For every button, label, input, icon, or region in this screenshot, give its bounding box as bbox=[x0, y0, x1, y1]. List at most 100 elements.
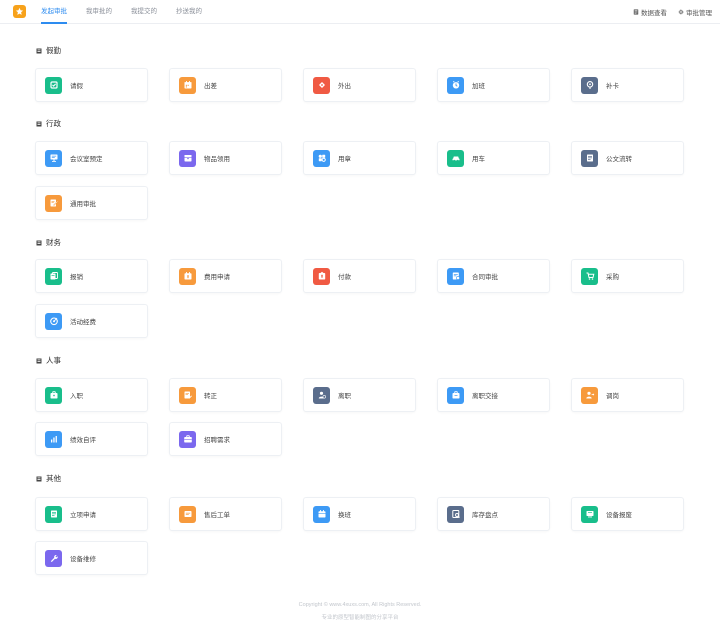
approval-card[interactable]: 离职交接 bbox=[437, 378, 550, 412]
approval-card-label: 费用申请 bbox=[204, 274, 230, 281]
approval-card-label: 离职 bbox=[338, 393, 351, 400]
approval-card[interactable]: 合同审批 bbox=[437, 259, 550, 293]
meeting-room-icon bbox=[45, 149, 62, 167]
document-icon bbox=[633, 9, 639, 15]
shift-icon bbox=[313, 505, 330, 523]
calendar-icon bbox=[179, 76, 196, 94]
approval-card-label: 外出 bbox=[338, 83, 351, 90]
approval-card-label: 换班 bbox=[338, 512, 351, 519]
approval-card-label: 设备报废 bbox=[606, 512, 632, 519]
inventory-icon bbox=[447, 505, 464, 523]
clock-icon bbox=[447, 76, 464, 94]
approval-card-label: 报销 bbox=[70, 274, 83, 281]
approval-card[interactable]: 活动经费 bbox=[35, 304, 148, 338]
approval-card[interactable]: 库存盘点 bbox=[437, 497, 550, 531]
approval-card[interactable]: 出差 bbox=[169, 68, 282, 102]
data-view-label: 数据查看 bbox=[641, 10, 667, 17]
approval-card-label: 出差 bbox=[204, 83, 217, 90]
contract-icon bbox=[447, 267, 464, 285]
tab-cc-me[interactable]: 抄送我的 bbox=[176, 0, 202, 24]
approval-card[interactable]: 外出 bbox=[303, 68, 416, 102]
approval-card[interactable]: 用车 bbox=[437, 141, 550, 175]
approval-card[interactable]: 调岗 bbox=[571, 378, 684, 412]
tab-my-submissions[interactable]: 我提交的 bbox=[131, 0, 157, 24]
tab-initiate[interactable]: 发起审批 bbox=[41, 0, 67, 24]
approval-card[interactable]: 报销 bbox=[35, 259, 148, 293]
footer-copyright: Copyright © www.4xuxs.com, All Rights Re… bbox=[298, 602, 422, 608]
approval-card[interactable]: 售后工单 bbox=[169, 497, 282, 531]
briefcase-icon bbox=[179, 430, 196, 448]
car-icon bbox=[447, 149, 464, 167]
top-bar: 发起审批 我审批的 我提交的 抄送我的 数据查看 审批管理 bbox=[0, 0, 720, 24]
approval-card-label: 付款 bbox=[338, 274, 351, 281]
approval-card-label: 通用审批 bbox=[70, 201, 96, 208]
approval-card-label: 绩效自评 bbox=[70, 437, 96, 444]
approval-card[interactable]: 请假 bbox=[35, 68, 148, 102]
edit-icon bbox=[45, 194, 62, 212]
location-icon bbox=[581, 76, 598, 94]
reimburse-icon bbox=[45, 267, 62, 285]
stamp-icon bbox=[313, 149, 330, 167]
approval-card[interactable]: 补卡 bbox=[571, 68, 684, 102]
wallet-icon bbox=[179, 267, 196, 285]
approval-card-label: 设备维修 bbox=[70, 556, 96, 563]
cart-icon bbox=[581, 267, 598, 285]
device-icon bbox=[581, 505, 598, 523]
approval-card[interactable]: 费用申请 bbox=[169, 259, 282, 293]
app-logo-icon[interactable] bbox=[13, 5, 26, 18]
data-view-link[interactable]: 数据查看 bbox=[633, 7, 667, 17]
approval-card[interactable]: 离职 bbox=[303, 378, 416, 412]
approval-card[interactable]: 加班 bbox=[437, 68, 550, 102]
section-title-hr: 人事 bbox=[36, 355, 61, 366]
approval-admin-link[interactable]: 审批管理 bbox=[678, 7, 712, 17]
approval-card[interactable]: 招聘需求 bbox=[169, 422, 282, 456]
regularize-icon bbox=[179, 386, 196, 404]
onboard-icon bbox=[45, 386, 62, 404]
handover-icon bbox=[447, 386, 464, 404]
approval-card-label: 库存盘点 bbox=[472, 512, 498, 519]
approval-card[interactable]: 通用审批 bbox=[35, 186, 148, 220]
section-title-attendance: 假勤 bbox=[36, 45, 61, 56]
approval-card-label: 离职交接 bbox=[472, 393, 498, 400]
approval-card-label: 立项申请 bbox=[70, 512, 96, 519]
section-title-other: 其他 bbox=[36, 473, 61, 484]
approval-card-label: 活动经费 bbox=[70, 319, 96, 326]
tab-my-approvals[interactable]: 我审批的 bbox=[86, 0, 112, 24]
section-bullet-icon bbox=[36, 121, 42, 127]
approval-card[interactable]: 入职 bbox=[35, 378, 148, 412]
resign-icon bbox=[313, 386, 330, 404]
approval-card[interactable]: 物品领用 bbox=[169, 141, 282, 175]
approval-card[interactable]: 会议室预定 bbox=[35, 141, 148, 175]
gear-icon bbox=[678, 9, 684, 15]
transfer-icon bbox=[581, 386, 598, 404]
approval-card-label: 入职 bbox=[70, 393, 83, 400]
approval-card[interactable]: 立项申请 bbox=[35, 497, 148, 531]
approval-card[interactable]: 付款 bbox=[303, 259, 416, 293]
section-title-finance: 财务 bbox=[36, 237, 61, 248]
file-icon bbox=[581, 149, 598, 167]
footer-tagline: 专业的原型智能制图的分享平台 bbox=[321, 615, 399, 621]
box-icon bbox=[179, 149, 196, 167]
project-icon bbox=[45, 505, 62, 523]
approval-card-label: 招聘需求 bbox=[204, 437, 230, 444]
section-bullet-icon bbox=[36, 48, 42, 54]
approval-card[interactable]: 转正 bbox=[169, 378, 282, 412]
approval-card[interactable]: 公文流转 bbox=[571, 141, 684, 175]
ticket-icon bbox=[313, 76, 330, 94]
approval-card[interactable]: 换班 bbox=[303, 497, 416, 531]
payment-icon bbox=[313, 267, 330, 285]
approval-card[interactable]: 设备报废 bbox=[571, 497, 684, 531]
approval-card[interactable]: 绩效自评 bbox=[35, 422, 148, 456]
approval-card-label: 用章 bbox=[338, 156, 351, 163]
approval-card-label: 补卡 bbox=[606, 83, 619, 90]
approval-card-label: 合同审批 bbox=[472, 274, 498, 281]
approval-card-label: 加班 bbox=[472, 83, 485, 90]
approval-card[interactable]: 采购 bbox=[571, 259, 684, 293]
approval-card[interactable]: 用章 bbox=[303, 141, 416, 175]
approval-card-label: 转正 bbox=[204, 393, 217, 400]
approval-card[interactable]: 设备维修 bbox=[35, 541, 148, 575]
section-title-admin: 行政 bbox=[36, 118, 61, 129]
approval-card-label: 物品领用 bbox=[204, 156, 230, 163]
approval-card-label: 请假 bbox=[70, 83, 83, 90]
approval-admin-label: 审批管理 bbox=[686, 10, 712, 17]
